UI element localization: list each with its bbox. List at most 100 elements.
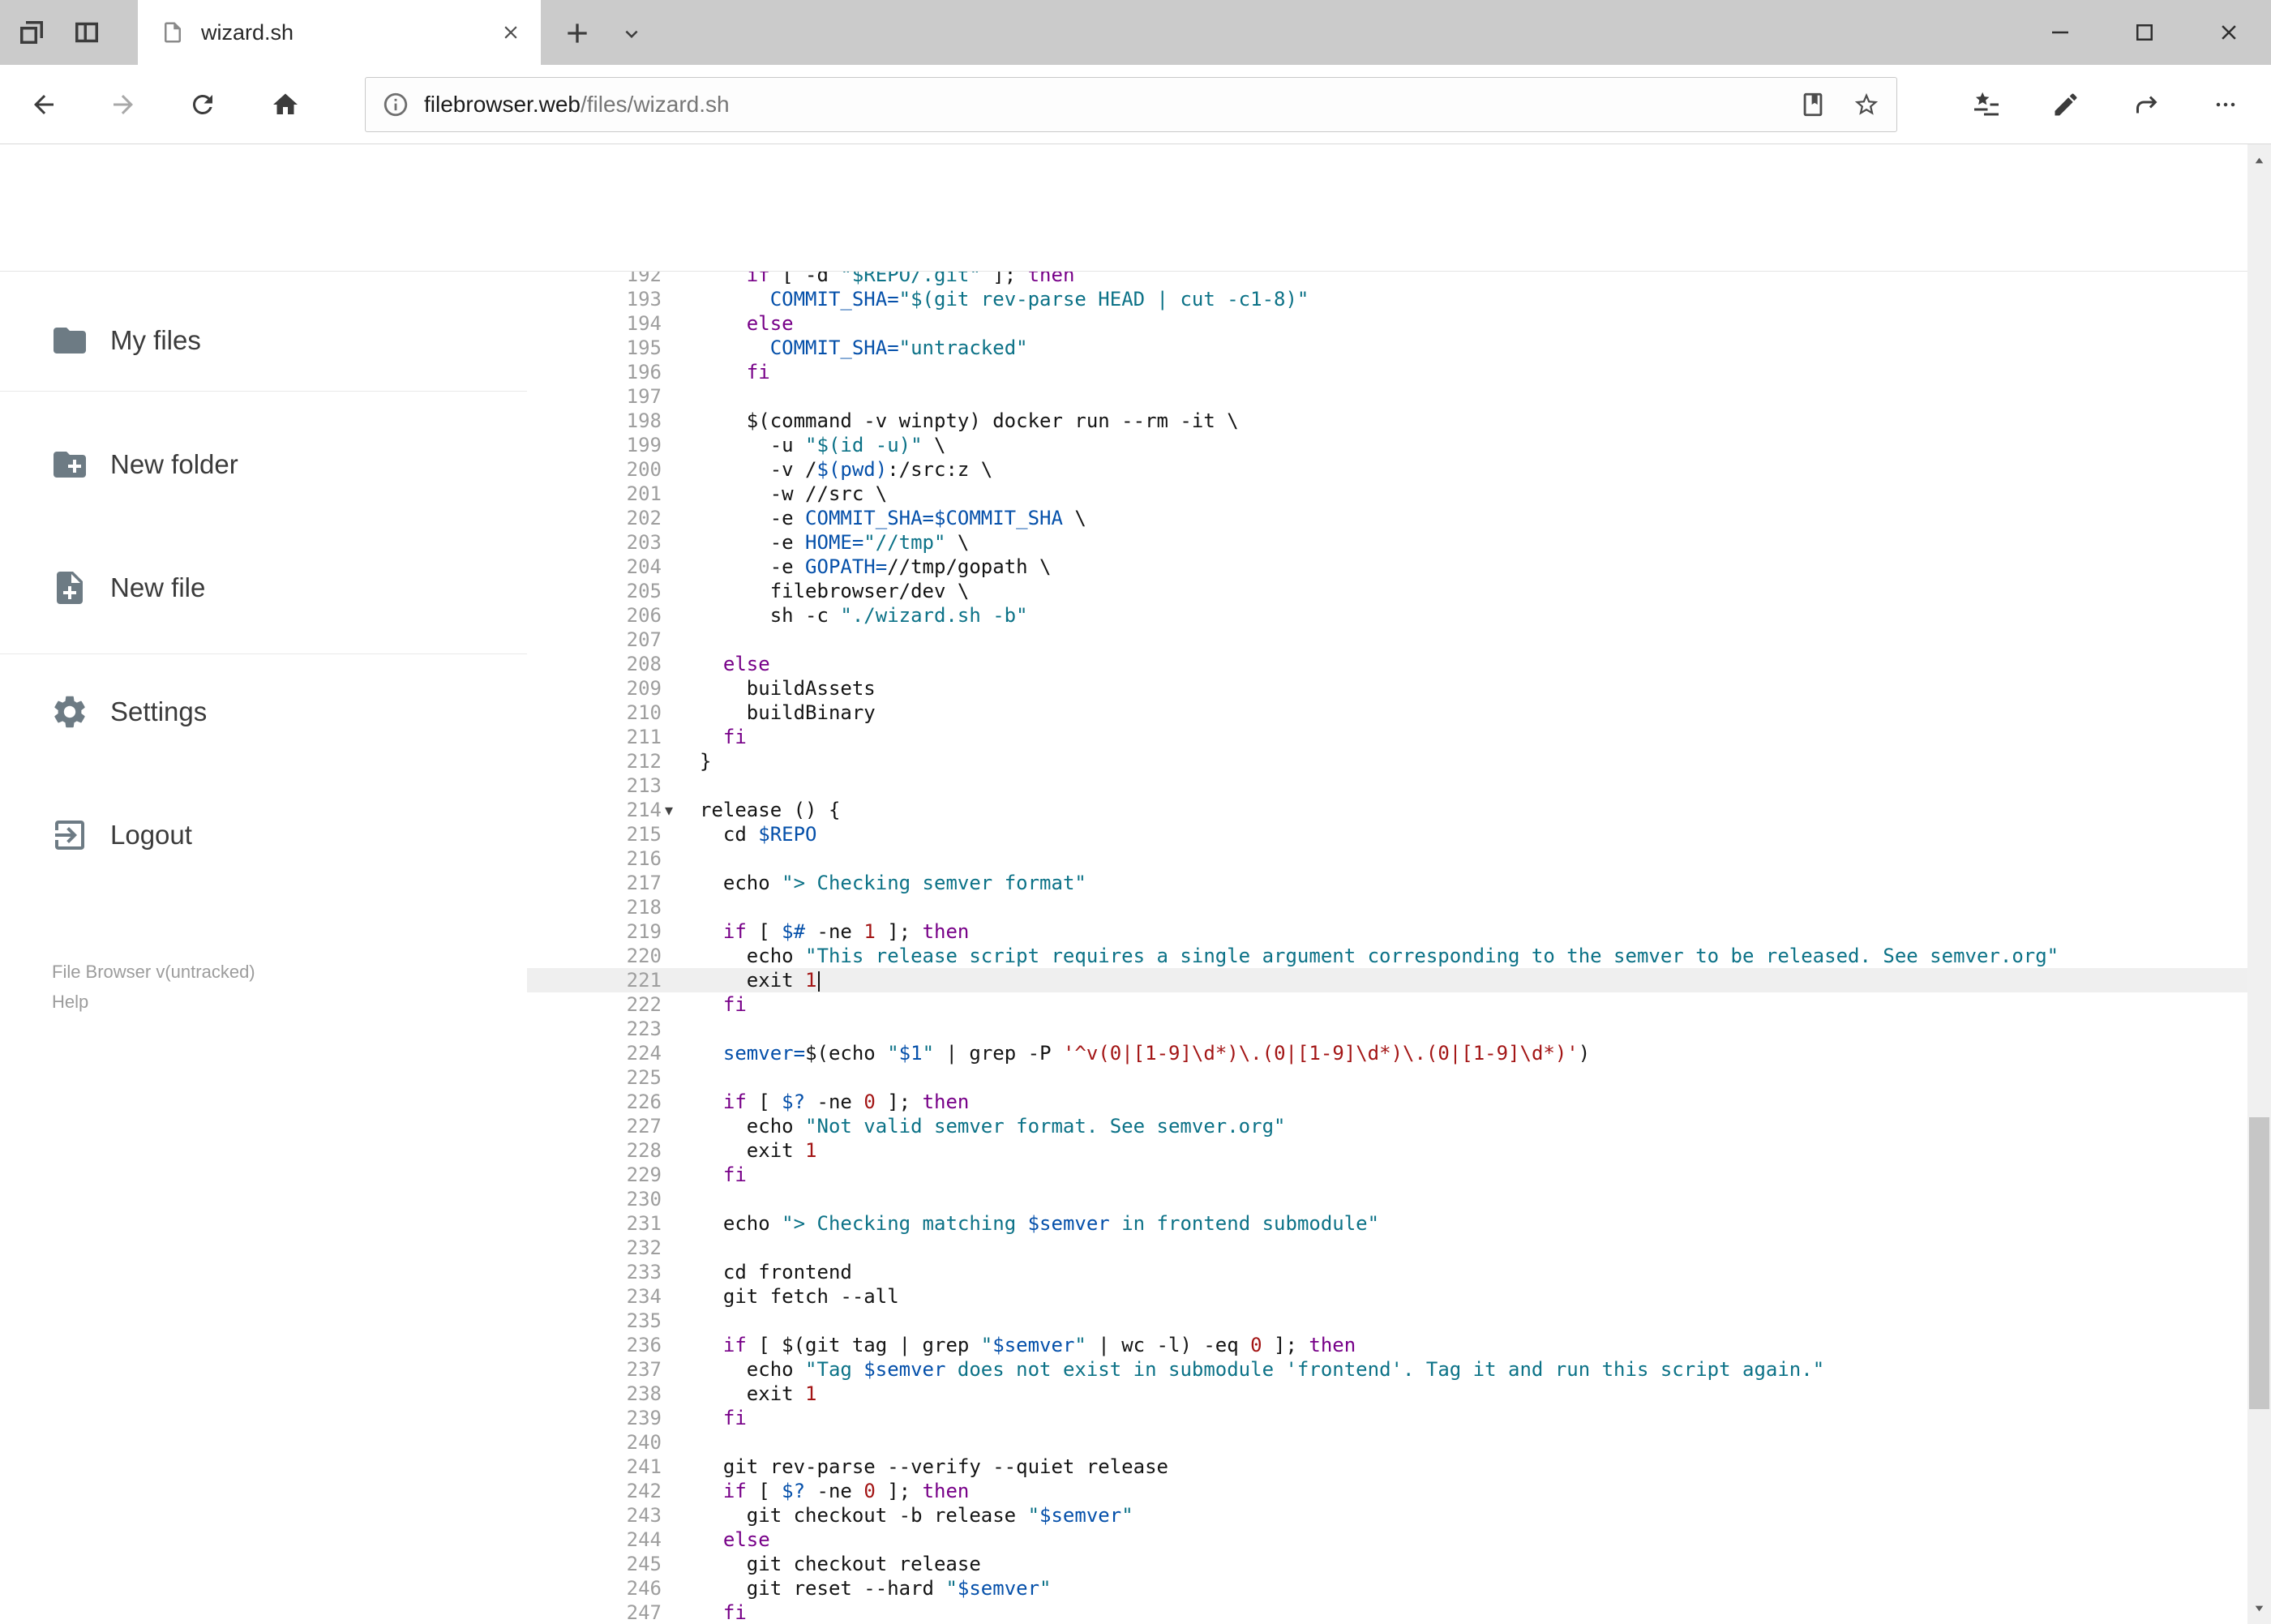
code-line[interactable]: 210 buildBinary (527, 701, 2247, 725)
new-tab-button[interactable] (561, 17, 593, 49)
code-line[interactable]: 235 (527, 1309, 2247, 1333)
line-number: 228 (626, 1139, 662, 1162)
code-line[interactable]: 195 COMMIT_SHA="untracked" (527, 336, 2247, 360)
code-line[interactable]: 193 COMMIT_SHA="$(git rev-parse HEAD | c… (527, 287, 2247, 311)
code-line[interactable]: 230 (527, 1187, 2247, 1211)
sidebar-item-logout[interactable]: Logout (0, 773, 527, 897)
browser-tab[interactable]: wizard.sh (138, 0, 541, 65)
web-note-icon[interactable] (2051, 90, 2080, 119)
code-line[interactable]: 202 -e COMMIT_SHA=$COMMIT_SHA \ (527, 506, 2247, 530)
code-line[interactable]: 240 (527, 1430, 2247, 1455)
code-line[interactable]: 198 $(command -v winpty) docker run --rm… (527, 409, 2247, 433)
page-scrollbar[interactable] (2247, 144, 2271, 1624)
code-line[interactable]: 224 semver=$(echo "$1" | grep -P '^v(0|[… (527, 1041, 2247, 1065)
back-icon[interactable] (29, 90, 58, 119)
code-line[interactable]: 227 echo "Not valid semver format. See s… (527, 1114, 2247, 1138)
code-line[interactable]: 221 exit 1 (527, 968, 2247, 992)
folder-icon (50, 321, 89, 360)
refresh-icon[interactable] (188, 90, 217, 119)
code-line[interactable]: 231 echo "> Checking matching $semver in… (527, 1211, 2247, 1236)
code-line[interactable]: 246 git reset --hard "$semver" (527, 1576, 2247, 1600)
line-number: 223 (626, 1018, 662, 1040)
code-line[interactable]: 234 git fetch --all (527, 1284, 2247, 1309)
code-line[interactable]: 200 -v /$(pwd):/src:z \ (527, 457, 2247, 482)
line-number: 213 (626, 774, 662, 797)
code-line[interactable]: 215 cd $REPO (527, 822, 2247, 846)
code-line[interactable]: 232 (527, 1236, 2247, 1260)
tab-close-icon[interactable] (500, 22, 521, 43)
sidebar-divider (0, 391, 527, 392)
code-line[interactable]: 222 fi (527, 992, 2247, 1017)
code-line[interactable]: 194 else (527, 311, 2247, 336)
code-text: cd $REPO (700, 823, 817, 846)
code-line[interactable]: 223 (527, 1017, 2247, 1041)
line-number: 215 (626, 823, 662, 846)
code-line[interactable]: 208 else (527, 652, 2247, 676)
code-line[interactable]: 199 -u "$(id -u)" \ (527, 433, 2247, 457)
code-line[interactable]: 201 -w //src \ (527, 482, 2247, 506)
code-line[interactable]: 205 filebrowser/dev \ (527, 579, 2247, 603)
code-line[interactable]: 247 fi (527, 1600, 2247, 1624)
fold-marker-icon[interactable]: ▾ (665, 798, 673, 822)
code-line[interactable]: 228 exit 1 (527, 1138, 2247, 1163)
code-line[interactable]: 229 fi (527, 1163, 2247, 1187)
code-line[interactable]: 218 (527, 895, 2247, 919)
scroll-up-icon[interactable] (2250, 151, 2269, 169)
address-bar[interactable]: filebrowser.web/files/wizard.sh (365, 77, 1897, 132)
code-line[interactable]: 220 echo "This release script requires a… (527, 944, 2247, 968)
code-line[interactable]: 217 echo "> Checking semver format" (527, 871, 2247, 895)
line-number: 237 (626, 1358, 662, 1381)
code-line[interactable]: 226 if [ $? -ne 0 ]; then (527, 1090, 2247, 1114)
code-line[interactable]: 197 (527, 384, 2247, 409)
sidebar-item-new-folder[interactable]: New folder (0, 403, 527, 526)
scrollbar-thumb[interactable] (2249, 1117, 2269, 1409)
code-line[interactable]: 209 buildAssets (527, 676, 2247, 701)
code-line[interactable]: 206 sh -c "./wizard.sh -b" (527, 603, 2247, 628)
line-number: 224 (626, 1042, 662, 1065)
more-icon[interactable] (2211, 90, 2240, 119)
code-line[interactable]: 219 if [ $# -ne 1 ]; then (527, 919, 2247, 944)
code-line[interactable]: 244 else (527, 1528, 2247, 1552)
code-line[interactable]: 237 echo "Tag $semver does not exist in … (527, 1357, 2247, 1382)
code-line[interactable]: 242 if [ $? -ne 0 ]; then (527, 1479, 2247, 1503)
code-line[interactable]: 233 cd frontend (527, 1260, 2247, 1284)
code-line[interactable]: 212} (527, 749, 2247, 773)
code-line[interactable]: 243 git checkout -b release "$semver" (527, 1503, 2247, 1528)
share-icon[interactable] (2132, 90, 2161, 119)
sidebar-item-my-files[interactable]: My files (0, 279, 527, 402)
code-line[interactable]: 225 (527, 1065, 2247, 1090)
code-line[interactable]: 238 exit 1 (527, 1382, 2247, 1406)
sidebar-item-settings[interactable]: Settings (0, 650, 527, 773)
info-icon[interactable] (382, 91, 409, 118)
code-line[interactable]: 213 (527, 773, 2247, 798)
help-link[interactable]: Help (52, 987, 255, 1017)
code-line[interactable]: 204 -e GOPATH=//tmp/gopath \ (527, 555, 2247, 579)
maximize-button[interactable] (2102, 0, 2187, 65)
code-line[interactable]: 216 (527, 846, 2247, 871)
favorite-star-icon[interactable] (1853, 91, 1880, 118)
scroll-down-icon[interactable] (2250, 1599, 2269, 1618)
code-line[interactable]: 239 fi (527, 1406, 2247, 1430)
code-line[interactable]: 203 -e HOME="//tmp" \ (527, 530, 2247, 555)
code-line[interactable]: 207 (527, 628, 2247, 652)
home-icon[interactable] (271, 90, 300, 119)
tab-preview-icon[interactable] (70, 15, 104, 49)
code-editor[interactable]: 192 if [ -d "$REPO/.git" ]; then 193 COMM… (527, 272, 2247, 1624)
forward-icon[interactable] (109, 90, 138, 119)
line-number: 207 (626, 628, 662, 651)
reading-view-icon[interactable] (1799, 91, 1827, 118)
code-line[interactable]: 236 if [ $(git tag | grep "$semver" | wc… (527, 1333, 2247, 1357)
close-button[interactable] (2187, 0, 2271, 65)
code-line[interactable]: 211 fi (527, 725, 2247, 749)
minimize-button[interactable] (2018, 0, 2102, 65)
tab-list-chevron-icon[interactable] (619, 22, 644, 46)
code-line[interactable]: 241 git rev-parse --verify --quiet relea… (527, 1455, 2247, 1479)
hub-icon[interactable] (1972, 90, 2001, 119)
code-line[interactable]: 192 if [ -d "$REPO/.git" ]; then (527, 272, 2247, 287)
maximize-icon (2132, 20, 2157, 45)
code-line[interactable]: 214 ▾ release () { (527, 798, 2247, 822)
tabs-aside-icon[interactable] (15, 15, 49, 49)
code-line[interactable]: 196 fi (527, 360, 2247, 384)
code-line[interactable]: 245 git checkout release (527, 1552, 2247, 1576)
sidebar-item-new-file[interactable]: New file (0, 526, 527, 649)
